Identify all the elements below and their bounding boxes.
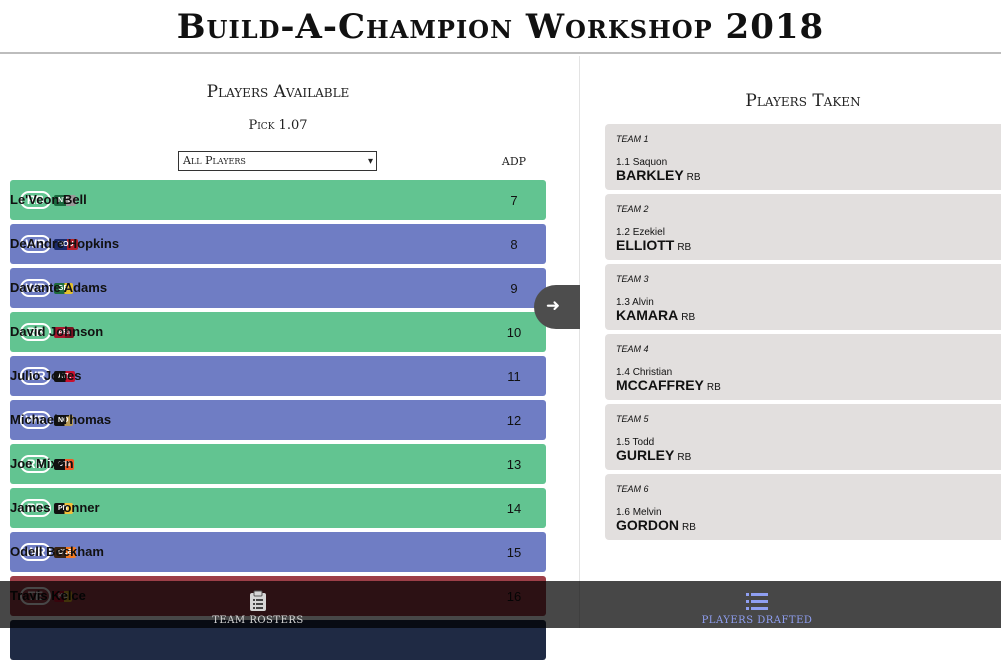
player-last-name-line: KAMARA RB (616, 307, 695, 323)
player-last-name: GORDON (616, 517, 679, 533)
players-drafted-label: PLAYERS DRAFTED (701, 615, 813, 626)
player-adp: 12 (506, 413, 522, 428)
player-position: RB (681, 312, 696, 323)
app-title: Build-A-Champion Workshop 2018 (176, 7, 825, 47)
team-rosters-tab[interactable]: TEAM ROSTERS (200, 581, 316, 628)
player-row[interactable]: WR ATL Julio Jones 11 (10, 356, 546, 396)
player-last-name: KAMARA (616, 307, 679, 323)
player-adp: 9 (510, 281, 518, 296)
player-name: Le'Veon Bell (10, 192, 87, 207)
player-adp: 7 (510, 193, 518, 208)
player-name: David Johnson (10, 324, 104, 339)
current-pick-label: Pick 1.07 (248, 118, 308, 133)
arrow-right-icon: ➜ (545, 296, 561, 315)
player-last-name: GURLEY (616, 447, 675, 463)
list-icon (746, 593, 768, 610)
drafted-pick-card[interactable]: TEAM 5 1.5 Todd GURLEY RB (605, 404, 1001, 470)
team-label: TEAM 4 (616, 344, 649, 354)
team-label: TEAM 3 (616, 274, 649, 284)
player-name: Michael Thomas (10, 412, 112, 427)
bottom-navigation-bar: TEAM ROSTERS PLAYERS DRAFTED (0, 581, 1001, 628)
player-row[interactable]: WR GB Davante Adams 9 (10, 268, 546, 308)
player-row[interactable]: RB NYJ Le'Veon Bell 7 (10, 180, 546, 220)
player-row[interactable]: RB ARI David Johnson 10 (10, 312, 546, 352)
player-row[interactable]: WR HOU DeAndre Hopkins 8 (10, 224, 546, 264)
player-last-name-line: GURLEY RB (616, 447, 691, 463)
clipboard-icon (250, 590, 266, 611)
player-last-name: ELLIOTT (616, 237, 675, 253)
player-row[interactable]: WR CLE Odell Beckham 15 (10, 532, 546, 572)
player-name: Davante Adams (10, 280, 108, 295)
drafted-pick-card[interactable]: TEAM 3 1.3 Alvin KAMARA RB (605, 264, 1001, 330)
filter-selected-value: All Players (183, 154, 246, 167)
player-position: RB (706, 382, 721, 393)
players-taken-heading: Players Taken (745, 91, 861, 111)
player-adp: 13 (506, 457, 522, 472)
team-rosters-label: TEAM ROSTERS (212, 615, 304, 626)
drafted-pick-card[interactable]: TEAM 4 1.4 Christian MCCAFFREY RB (605, 334, 1001, 400)
player-last-name-line: MCCAFFREY RB (616, 377, 721, 393)
player-last-name: BARKLEY (616, 167, 684, 183)
column-divider (579, 56, 580, 628)
drafted-pick-card[interactable]: TEAM 1 1.1 Saquon BARKLEY RB (605, 124, 1001, 190)
chevron-down-icon: ▾ (367, 156, 373, 167)
player-adp: 8 (510, 237, 518, 252)
title-divider (0, 52, 1001, 54)
position-filter-select[interactable]: All Players ▾ (178, 151, 377, 171)
player-adp: 14 (506, 501, 522, 516)
team-label: TEAM 1 (616, 134, 649, 144)
player-position: RB (677, 242, 692, 253)
player-adp: 15 (506, 545, 522, 560)
players-available-heading: Players Available (206, 82, 350, 102)
player-row[interactable]: RB CIN Joe Mixon 13 (10, 444, 546, 484)
player-adp: 11 (507, 369, 521, 384)
player-adp: 10 (506, 325, 522, 340)
player-position: RB (677, 452, 692, 463)
team-label: TEAM 6 (616, 484, 649, 494)
player-row[interactable]: RB PIT James Conner 14 (10, 488, 546, 528)
drawer-toggle-button[interactable]: ➜ (534, 285, 580, 329)
player-name: DeAndre Hopkins (10, 236, 120, 251)
player-row[interactable]: WR NO Michael Thomas 12 (10, 400, 546, 440)
player-name: James Conner (10, 500, 100, 515)
team-label: TEAM 5 (616, 414, 649, 424)
player-last-name-line: ELLIOTT RB (616, 237, 691, 253)
drafted-pick-card[interactable]: TEAM 6 1.6 Melvin GORDON RB (605, 474, 1001, 540)
drafted-pick-card[interactable]: TEAM 2 1.2 Ezekiel ELLIOTT RB (605, 194, 1001, 260)
player-last-name-line: GORDON RB (616, 517, 696, 533)
player-last-name-line: BARKLEY RB (616, 167, 701, 183)
player-name: Julio Jones (10, 368, 82, 383)
players-drafted-tab[interactable]: PLAYERS DRAFTED (697, 581, 817, 628)
player-name: Joe Mixon (10, 456, 74, 471)
player-last-name: MCCAFFREY (616, 377, 704, 393)
player-position: RB (686, 172, 701, 183)
team-label: TEAM 2 (616, 204, 649, 214)
adp-column-header: ADP (501, 155, 527, 168)
player-position: RB (682, 522, 696, 533)
player-name: Odell Beckham (10, 544, 104, 559)
